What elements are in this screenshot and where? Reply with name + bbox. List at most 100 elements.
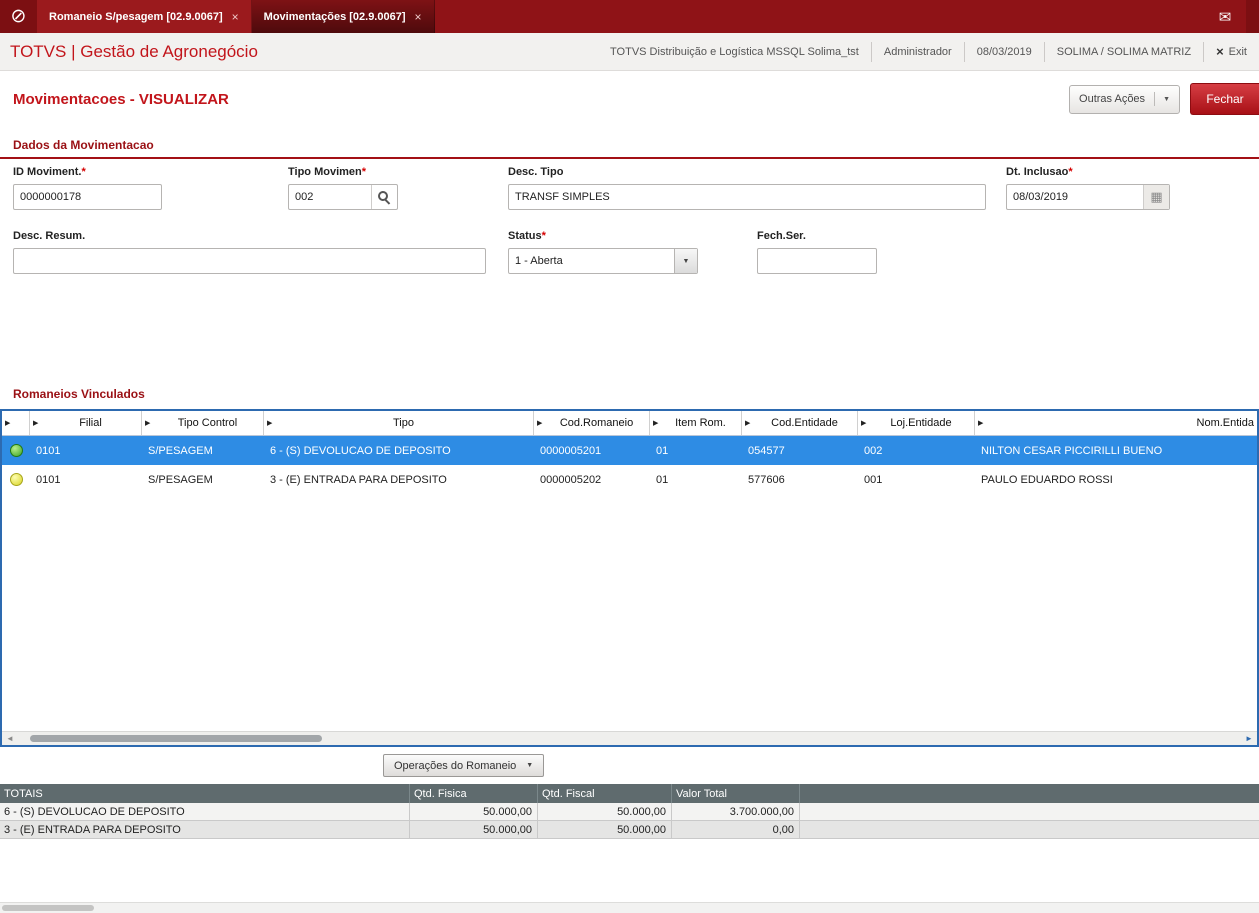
field-id-moviment: ID Moviment.* <box>13 165 162 210</box>
required-marker: * <box>81 166 86 178</box>
column-header-tipo[interactable]: ▶ Tipo <box>264 411 534 435</box>
date-label: 08/03/2019 <box>963 41 1044 62</box>
column-header-tipo-control[interactable]: ▶ Tipo Control <box>142 411 264 435</box>
cell-cod-romaneio: 0000005201 <box>540 444 602 457</box>
field-label: Tipo Movimen <box>288 166 362 178</box>
tab-label: Romaneio S/pesagem [02.9.0067] <box>49 10 223 23</box>
column-header-item-rom[interactable]: ▶ Item Rom. <box>650 411 742 435</box>
totals-col-totais: TOTAIS <box>0 784 410 803</box>
cell-filial: 0101 <box>36 444 61 457</box>
scrollbar-thumb[interactable] <box>2 905 94 911</box>
cell-tipo-control: S/PESAGEM <box>148 473 213 486</box>
search-icon[interactable] <box>371 185 397 209</box>
operations-row: Operações do Romaneio ▼ <box>0 754 1259 777</box>
chevron-down-icon[interactable]: ▼ <box>674 249 697 273</box>
desc-tipo-input[interactable] <box>509 185 985 209</box>
totals-qtd-fiscal: 50.000,00 <box>538 821 672 838</box>
scrollbar-thumb[interactable] <box>30 735 322 742</box>
table-row[interactable]: 0101 S/PESAGEM 3 - (E) ENTRADA PARA DEPO… <box>2 465 1257 494</box>
column-marker-icon: ▶ <box>978 420 984 427</box>
tab-bar-corner <box>1246 0 1259 33</box>
row-status-yellow-icon <box>9 473 23 486</box>
mail-icon[interactable]: ✉ <box>1204 0 1246 33</box>
table-row[interactable]: 0101 S/PESAGEM 6 - (S) DEVOLUCAO DE DEPO… <box>2 436 1257 465</box>
calendar-icon[interactable]: ▦ <box>1143 185 1169 209</box>
field-label: Desc. Resum. <box>13 230 86 242</box>
totals-col-qtd-fisica: Qtd. Fisica <box>410 784 538 803</box>
exit-button[interactable]: × Exit <box>1203 41 1259 62</box>
status-select[interactable]: 1 - Aberta ▼ <box>508 248 698 274</box>
status-selected-value: 1 - Aberta <box>515 255 563 267</box>
cell-tipo: 3 - (E) ENTRADA PARA DEPOSITO <box>270 473 447 486</box>
other-actions-button[interactable]: Outras Ações ▼ <box>1069 84 1180 114</box>
close-button-label: Fechar <box>1206 92 1244 106</box>
grid-horizontal-scrollbar[interactable]: ◄ ► <box>2 731 1257 745</box>
app-header: TOTVS | Gestão de Agronegócio TOTVS Dist… <box>0 33 1259 71</box>
column-marker-icon: ▶ <box>145 420 151 427</box>
field-label: ID Moviment. <box>13 166 82 178</box>
column-header-loj-entidade[interactable]: ▶ Loj.Entidade <box>858 411 975 435</box>
field-label: Fech.Ser. <box>757 230 806 242</box>
romaneio-operations-button[interactable]: Operações do Romaneio ▼ <box>383 754 545 777</box>
cell-loj-entidade: 001 <box>864 473 883 486</box>
totals-label: 3 - (E) ENTRADA PARA DEPOSITO <box>0 821 410 838</box>
column-header-cod-entidade[interactable]: ▶ Cod.Entidade <box>742 411 858 435</box>
column-header-cod-romaneio[interactable]: ▶ Cod.Romaneio <box>534 411 650 435</box>
column-header-nom-entidade[interactable]: ▶ Nom.Entida <box>975 411 1257 435</box>
chevron-down-icon[interactable]: ▼ <box>1154 92 1170 106</box>
scroll-left-icon[interactable]: ◄ <box>2 734 18 743</box>
app-logo-icon[interactable]: ⊘ <box>0 0 37 33</box>
exit-label: Exit <box>1228 45 1247 58</box>
page-horizontal-scrollbar[interactable] <box>0 902 1259 913</box>
cell-item-rom: 01 <box>656 473 669 486</box>
field-status: Status* 1 - Aberta ▼ <box>508 229 698 274</box>
required-marker: * <box>1068 166 1073 178</box>
dt-inclusao-input[interactable] <box>1007 185 1143 209</box>
cell-tipo: 6 - (S) DEVOLUCAO DE DEPOSITO <box>270 444 451 457</box>
field-tipo-movimen: Tipo Movimen* <box>288 165 398 210</box>
fech-ser-input[interactable] <box>758 249 876 273</box>
column-header-filial[interactable]: ▶ Filial <box>30 411 142 435</box>
field-fech-ser: Fech.Ser. <box>757 229 877 274</box>
chevron-down-icon: ▼ <box>526 762 534 769</box>
id-moviment-input[interactable] <box>14 185 161 209</box>
field-dt-inclusao: Dt. Inclusao* ▦ <box>1006 165 1170 210</box>
column-marker-icon: ▶ <box>537 420 543 427</box>
column-marker-icon: ▶ <box>861 420 867 427</box>
totals-table: TOTAIS Qtd. Fisica Qtd. Fiscal Valor Tot… <box>0 784 1259 839</box>
cell-tipo-control: S/PESAGEM <box>148 444 213 457</box>
romaneio-operations-label: Operações do Romaneio <box>394 759 517 772</box>
column-marker-icon: ▶ <box>745 420 751 427</box>
cell-cod-entidade: 577606 <box>748 473 785 486</box>
cell-cod-romaneio: 0000005202 <box>540 473 602 486</box>
tab-movimentacoes[interactable]: Movimentações [02.9.0067] × <box>251 0 435 33</box>
exit-icon: × <box>1216 44 1224 59</box>
required-marker: * <box>541 230 546 242</box>
app-title: TOTVS | Gestão de Agronegócio <box>10 41 258 61</box>
environment-label: TOTVS Distribuição e Logística MSSQL Sol… <box>610 45 859 58</box>
column-marker-icon: ▶ <box>33 420 39 427</box>
grid-section-title: Romaneios Vinculados <box>13 387 145 401</box>
desc-resum-input[interactable] <box>14 249 485 273</box>
column-marker-icon: ▶ <box>653 420 659 427</box>
page-actions: Outras Ações ▼ Fechar <box>1069 83 1259 115</box>
close-button[interactable]: Fechar <box>1190 83 1259 115</box>
row-status-green-icon <box>9 444 23 457</box>
form-section: ID Moviment.* Tipo Movimen* Desc. Tipo D… <box>0 159 1259 295</box>
header-info: TOTVS Distribuição e Logística MSSQL Sol… <box>598 33 1259 70</box>
tab-close-icon[interactable]: × <box>232 10 239 24</box>
scroll-right-icon[interactable]: ► <box>1241 734 1257 743</box>
field-desc-resum: Desc. Resum. <box>13 229 486 274</box>
column-header-marker[interactable]: ▶ <box>2 411 30 435</box>
table-header: ▶ ▶ Filial ▶ Tipo Control ▶ Tipo ▶ Cod.Roman… <box>2 411 1257 436</box>
company-label: SOLIMA / SOLIMA MATRIZ <box>1043 41 1203 62</box>
form-section-header: Dados da Movimentacao <box>0 127 1259 159</box>
field-label: Desc. Tipo <box>508 166 564 178</box>
column-marker-icon: ▶ <box>267 420 273 427</box>
tipo-movimen-input[interactable] <box>289 185 371 209</box>
totals-col-valor-total: Valor Total <box>672 784 800 803</box>
tab-close-icon[interactable]: × <box>415 10 422 24</box>
tab-romaneio-spesagem[interactable]: Romaneio S/pesagem [02.9.0067] × <box>37 0 252 33</box>
app-window: ⊘ Romaneio S/pesagem [02.9.0067] × Movim… <box>0 0 1259 913</box>
